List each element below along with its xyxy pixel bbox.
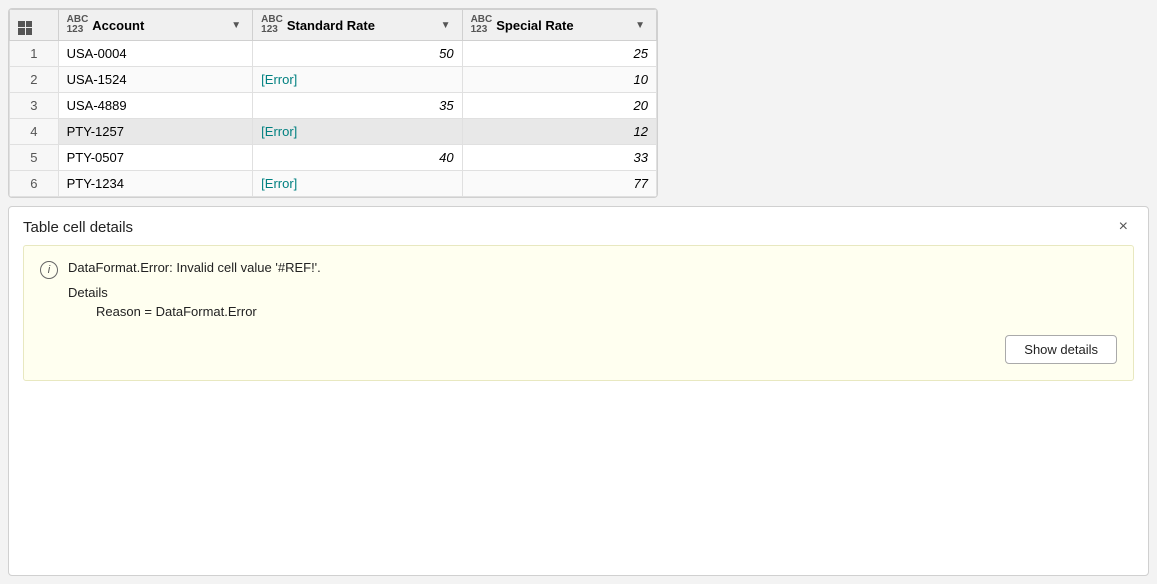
special-rate-cell[interactable]: 10 <box>462 67 656 93</box>
table-row[interactable]: 5PTY-05074033 <box>10 145 657 171</box>
reason-line: Reason = DataFormat.Error <box>96 304 1117 319</box>
col-type-icon-account: ABC123 <box>67 15 89 35</box>
row-num-cell: 3 <box>10 93 59 119</box>
row-num-cell: 5 <box>10 145 59 171</box>
table-row[interactable]: 6PTY-1234[Error]77 <box>10 171 657 197</box>
table-row[interactable]: 1USA-00045025 <box>10 41 657 67</box>
data-table: ABC123 Account ▼ ABC123 Standard Rate ▼ <box>8 8 658 198</box>
col-type-icon-standard-rate: ABC123 <box>261 15 283 35</box>
col-label-account: Account <box>92 18 224 33</box>
info-icon: i <box>40 261 58 279</box>
standard-rate-cell[interactable]: [Error] <box>253 67 462 93</box>
col-label-standard-rate: Standard Rate <box>287 18 434 33</box>
row-num-cell: 4 <box>10 119 59 145</box>
close-button[interactable]: × <box>1113 217 1134 237</box>
details-label: Details <box>68 285 1117 300</box>
row-num-cell: 6 <box>10 171 59 197</box>
row-num-cell: 1 <box>10 41 59 67</box>
column-header-standard-rate[interactable]: ABC123 Standard Rate ▼ <box>253 10 462 41</box>
special-rate-cell[interactable]: 77 <box>462 171 656 197</box>
col-type-icon-special-rate: ABC123 <box>471 15 493 35</box>
account-cell[interactable]: USA-4889 <box>58 93 253 119</box>
table-row[interactable]: 4PTY-1257[Error]12 <box>10 119 657 145</box>
account-cell[interactable]: PTY-1234 <box>58 171 253 197</box>
col-dropdown-standard-rate[interactable]: ▼ <box>438 19 454 32</box>
standard-rate-cell[interactable]: [Error] <box>253 119 462 145</box>
special-rate-cell[interactable]: 20 <box>462 93 656 119</box>
column-header-account[interactable]: ABC123 Account ▼ <box>58 10 253 41</box>
standard-rate-cell[interactable]: [Error] <box>253 171 462 197</box>
row-num-cell: 2 <box>10 67 59 93</box>
standard-rate-cell[interactable]: 50 <box>253 41 462 67</box>
col-label-special-rate: Special Rate <box>496 18 628 33</box>
standard-rate-cell[interactable]: 40 <box>253 145 462 171</box>
special-rate-cell[interactable]: 33 <box>462 145 656 171</box>
details-body: i DataFormat.Error: Invalid cell value '… <box>23 245 1134 381</box>
table-row[interactable]: 3USA-48893520 <box>10 93 657 119</box>
details-panel: Table cell details × i DataFormat.Error:… <box>8 206 1149 576</box>
error-message: DataFormat.Error: Invalid cell value '#R… <box>68 260 321 275</box>
special-rate-cell[interactable]: 12 <box>462 119 656 145</box>
table-row[interactable]: 2USA-1524[Error]10 <box>10 67 657 93</box>
standard-rate-cell[interactable]: 35 <box>253 93 462 119</box>
account-cell[interactable]: USA-0004 <box>58 41 253 67</box>
account-cell[interactable]: PTY-0507 <box>58 145 253 171</box>
col-dropdown-account[interactable]: ▼ <box>228 19 244 32</box>
column-header-special-rate[interactable]: ABC123 Special Rate ▼ <box>462 10 656 41</box>
row-number-header <box>10 10 59 41</box>
show-details-button[interactable]: Show details <box>1005 335 1117 364</box>
details-header: Table cell details × <box>9 207 1148 245</box>
special-rate-cell[interactable]: 25 <box>462 41 656 67</box>
col-dropdown-special-rate[interactable]: ▼ <box>632 19 648 32</box>
account-cell[interactable]: PTY-1257 <box>58 119 253 145</box>
account-cell[interactable]: USA-1524 <box>58 67 253 93</box>
details-title: Table cell details <box>23 219 133 236</box>
error-row: i DataFormat.Error: Invalid cell value '… <box>40 260 1117 279</box>
